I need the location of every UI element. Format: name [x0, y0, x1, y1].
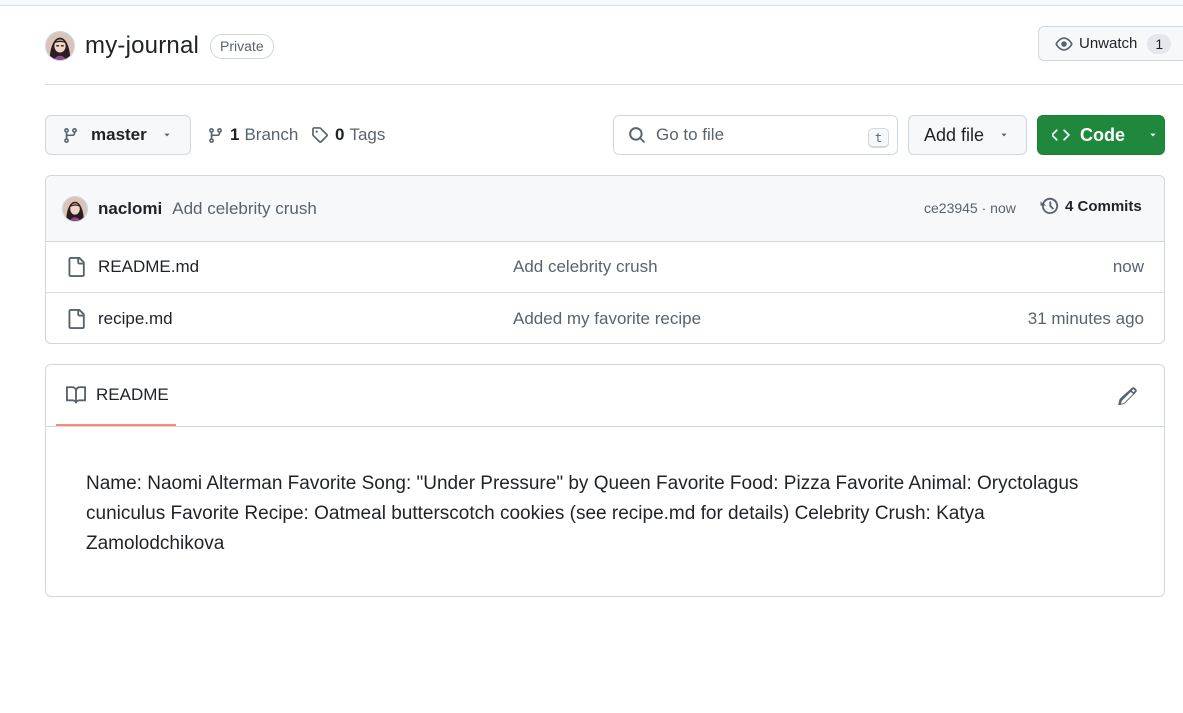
file-name[interactable]: README.md: [98, 257, 199, 277]
branch-select-button[interactable]: master: [45, 115, 191, 155]
book-icon: [66, 385, 86, 403]
tags-link[interactable]: 0 Tags: [311, 115, 385, 155]
search-icon: [629, 127, 645, 143]
go-to-file-search[interactable]: t: [613, 115, 898, 155]
file-row[interactable]: recipe.md Added my favorite recipe 31 mi…: [46, 293, 1164, 343]
eye-icon: [1055, 36, 1073, 51]
file-icon: [68, 308, 85, 329]
header-divider: [45, 84, 1183, 85]
tag-label: Tags: [349, 125, 386, 144]
commit-message[interactable]: Add celebrity crush: [172, 199, 317, 219]
latest-commit-row: naclomi Add celebrity crush ce23945 · no…: [46, 176, 1164, 242]
tag-count: 0: [335, 125, 345, 144]
readme-tab-label: README: [96, 384, 169, 404]
go-to-file-input[interactable]: [656, 125, 846, 145]
top-border: [0, 0, 1183, 6]
file-name[interactable]: recipe.md: [98, 309, 173, 329]
repo-name[interactable]: my-journal: [85, 32, 199, 60]
repo-header: my-journal Private: [45, 28, 274, 64]
readme-content: Name: Naomi Alterman Favorite Song: "Und…: [86, 473, 1079, 554]
caret-down-icon: [164, 133, 170, 137]
add-file-label: Add file: [924, 124, 985, 145]
file-icon: [68, 257, 85, 277]
branch-name: master: [91, 125, 147, 144]
visibility-badge: Private: [210, 33, 274, 59]
branch-count: 1: [230, 125, 240, 144]
watch-counter: 1: [1147, 33, 1172, 54]
readme-tab[interactable]: README: [56, 365, 176, 426]
search-shortcut-hint: t: [868, 128, 889, 148]
pencil-icon[interactable]: [1118, 386, 1138, 406]
file-commit-message[interactable]: Add celebrity crush: [513, 257, 658, 277]
history-icon: [1040, 197, 1059, 215]
commit-hash-time[interactable]: ce23945 · now: [924, 200, 1016, 216]
owner-avatar[interactable]: [45, 31, 75, 61]
git-branch-icon: [209, 127, 222, 143]
unwatch-label: Unwatch: [1079, 35, 1138, 52]
commits-count-label: 4 Commits: [1065, 197, 1142, 215]
tag-icon: [312, 127, 328, 143]
readme-panel: README Name: Naomi Alterman Favorite Son…: [45, 364, 1165, 597]
code-button[interactable]: Code: [1037, 115, 1165, 155]
code-icon: [1052, 129, 1070, 141]
branches-link[interactable]: 1 Branch: [207, 115, 298, 155]
caret-down-icon: [1001, 133, 1007, 137]
file-row[interactable]: README.md Add celebrity crush now: [46, 242, 1164, 293]
file-commit-time: now: [1112, 257, 1144, 276]
git-branch-icon: [64, 127, 77, 143]
readme-header: README: [46, 365, 1164, 427]
unwatch-button[interactable]: Unwatch 1: [1038, 26, 1183, 61]
author-avatar[interactable]: [62, 195, 88, 222]
add-file-button[interactable]: Add file: [908, 115, 1027, 155]
commit-author[interactable]: naclomi: [98, 199, 162, 219]
file-table: naclomi Add celebrity crush ce23945 · no…: [45, 175, 1165, 344]
caret-down-icon: [1150, 133, 1156, 137]
code-label: Code: [1080, 124, 1125, 145]
file-commit-message[interactable]: Added my favorite recipe: [513, 309, 701, 329]
file-commit-time: 31 minutes ago: [1027, 308, 1144, 328]
branch-label: Branch: [244, 125, 299, 144]
commits-history-link[interactable]: 4 Commits: [1040, 196, 1142, 216]
